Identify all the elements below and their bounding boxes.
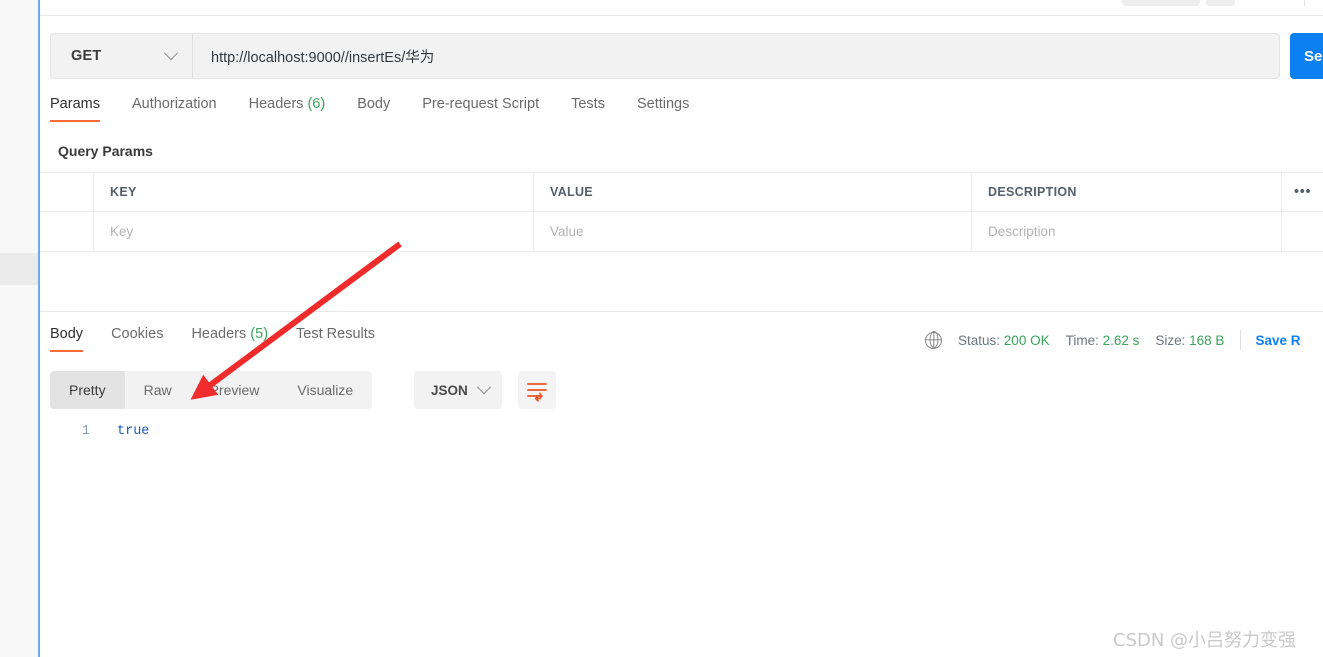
chevron-down-icon: [476, 380, 492, 395]
response-tab-headers-count: (5): [250, 326, 269, 342]
response-body-code[interactable]: 1 true: [40, 420, 1323, 657]
header-checkbox-cell: [40, 173, 94, 211]
tab-headers[interactable]: Headers (6): [249, 96, 326, 122]
response-tab-cookies[interactable]: Cookies: [111, 326, 163, 352]
response-tab-test-results-label: Test Results: [296, 326, 376, 342]
response-tab-body-label: Body: [50, 326, 84, 342]
ellipsis-icon: •••: [1293, 183, 1312, 200]
row-value-placeholder: Value: [550, 224, 584, 239]
tab-pre-request-script-label: Pre-request Script: [422, 96, 540, 112]
url-text: http://localhost:9000//insertEs/华为: [211, 49, 435, 66]
table-row: Key Value Description: [40, 212, 1323, 252]
row-checkbox-cell[interactable]: [40, 212, 94, 251]
row-description-input[interactable]: Description: [972, 212, 1282, 251]
row-description-placeholder: Description: [988, 224, 1056, 239]
response-view-modes: Pretty Raw Preview Visualize: [50, 371, 373, 409]
top-pill-left[interactable]: [1122, 0, 1200, 6]
time-badge: Time: 2.62 s: [1066, 333, 1140, 348]
column-header-key: KEY: [94, 173, 534, 211]
view-mode-raw[interactable]: Raw: [125, 371, 191, 409]
word-wrap-toggle[interactable]: [518, 371, 556, 409]
tab-authorization[interactable]: Authorization: [132, 96, 217, 122]
status-label: Status:: [958, 332, 1001, 348]
response-tab-headers-label: Headers: [191, 326, 247, 342]
size-badge: Size: 168 B: [1155, 333, 1224, 348]
response-tab-body[interactable]: Body: [50, 326, 84, 352]
response-format-label: JSON: [431, 382, 468, 398]
top-pill-right[interactable]: [1206, 0, 1235, 6]
response-format-selector[interactable]: JSON: [414, 371, 502, 409]
bulk-edit-menu-button[interactable]: •••: [1282, 173, 1323, 211]
view-mode-preview[interactable]: Preview: [191, 371, 279, 409]
table-header-row: KEY VALUE DESCRIPTION •••: [40, 172, 1323, 212]
word-wrap-icon: [527, 383, 547, 402]
tab-settings[interactable]: Settings: [637, 96, 689, 122]
top-separator: [1304, 0, 1305, 6]
request-tabs: Params Authorization Headers (6) Body Pr…: [50, 96, 721, 128]
time-label: Time:: [1065, 332, 1099, 348]
response-tab-cookies-label: Cookies: [111, 326, 164, 342]
tab-headers-label: Headers: [248, 96, 304, 112]
top-toolbar-strip: [40, 0, 1323, 16]
tab-tests[interactable]: Tests: [571, 96, 605, 122]
row-menu-cell: [1282, 212, 1323, 251]
code-line: 1 true: [40, 420, 1323, 442]
tab-pre-request-script[interactable]: Pre-request Script: [422, 96, 539, 122]
params-pane-filler: [40, 254, 1323, 312]
save-response-button[interactable]: Save R: [1255, 333, 1300, 348]
tab-settings-label: Settings: [636, 96, 690, 112]
response-tab-headers[interactable]: Headers (5): [191, 326, 268, 352]
method-selector[interactable]: GET: [50, 33, 192, 79]
response-tab-test-results[interactable]: Test Results: [296, 326, 375, 352]
response-tabs: Body Cookies Headers (5) Test Results: [50, 326, 403, 358]
meta-separator: [1240, 330, 1242, 350]
response-meta-bar: Status: 200 OK Time: 2.62 s Size: 168 B …: [925, 330, 1300, 350]
time-value: 2.62 s: [1102, 332, 1140, 348]
globe-icon: [925, 331, 942, 349]
query-params-table: KEY VALUE DESCRIPTION ••• Key Value Desc…: [40, 172, 1323, 252]
status-value: 200 OK: [1003, 332, 1050, 348]
status-badge: Status: 200 OK: [958, 333, 1050, 348]
row-key-input[interactable]: Key: [94, 212, 534, 251]
query-params-heading: Query Params: [58, 143, 153, 159]
row-value-input[interactable]: Value: [534, 212, 972, 251]
column-header-value: VALUE: [534, 173, 972, 211]
chevron-down-icon: [163, 46, 179, 61]
size-value: 168 B: [1189, 332, 1225, 348]
postman-window: GET http://localhost:9000//insertEs/华为 S…: [0, 0, 1323, 657]
tab-body[interactable]: Body: [357, 96, 390, 122]
line-number: 1: [81, 423, 90, 439]
sidebar-rail: [0, 0, 38, 657]
tab-headers-count: (6): [307, 96, 326, 112]
sidebar-selected-item[interactable]: [0, 253, 38, 285]
watermark: CSDN @小吕努力变强: [1113, 630, 1297, 651]
size-label: Size:: [1155, 332, 1186, 348]
send-button[interactable]: Send: [1290, 33, 1323, 79]
row-key-placeholder: Key: [110, 224, 134, 239]
tab-authorization-label: Authorization: [131, 96, 217, 112]
method-label: GET: [71, 48, 102, 64]
view-mode-visualize[interactable]: Visualize: [278, 371, 372, 409]
tab-tests-label: Tests: [571, 96, 605, 112]
request-url-row: GET http://localhost:9000//insertEs/华为: [50, 33, 1280, 79]
code-token: true: [117, 423, 150, 439]
tab-body-label: Body: [357, 96, 391, 112]
tab-params-label: Params: [50, 96, 100, 112]
url-input[interactable]: http://localhost:9000//insertEs/华为: [192, 33, 1280, 79]
column-header-description: DESCRIPTION: [972, 173, 1282, 211]
view-mode-pretty[interactable]: Pretty: [50, 371, 125, 409]
tab-params[interactable]: Params: [50, 96, 100, 122]
